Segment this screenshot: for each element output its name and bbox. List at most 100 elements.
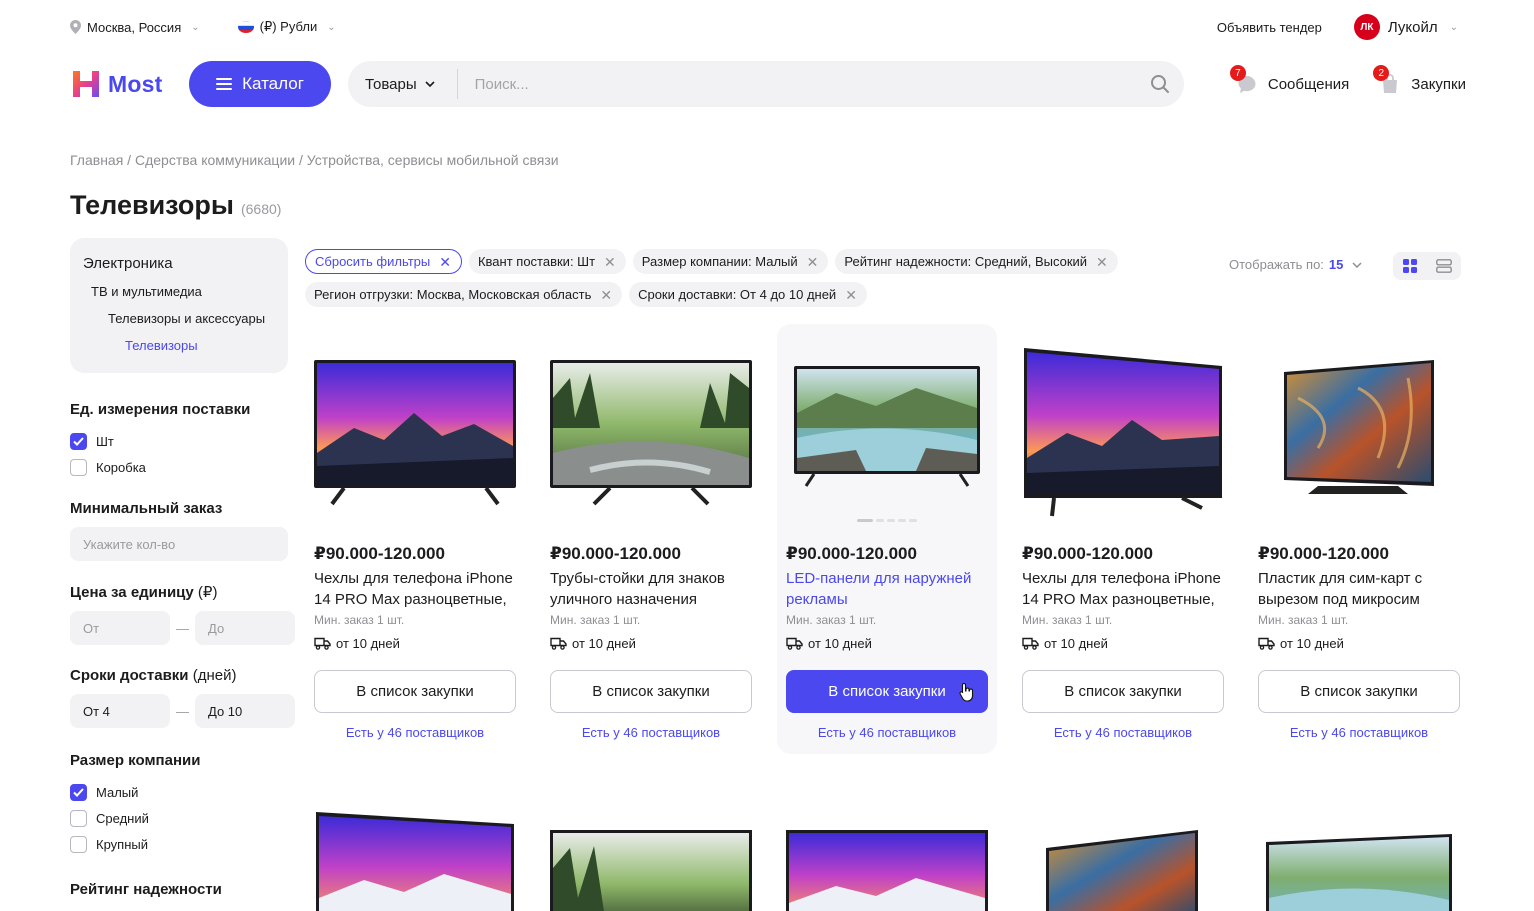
category-current[interactable]: Телевизоры [83,338,275,353]
product-image[interactable] [1022,808,1224,911]
product-image[interactable] [786,808,988,911]
location-selector[interactable]: Москва, Россия ⌄ [70,20,200,35]
add-to-purchase-button[interactable]: В список закупки [550,670,752,713]
product-price: ₽90.000-120.000 [1022,544,1153,563]
product-card[interactable]: ₽90.000-120.000 Пластик для сим-карт с в… [1249,324,1469,754]
truck-icon [786,637,803,650]
product-image[interactable] [314,808,516,911]
breadcrumb-separator: / [123,152,135,168]
list-view-icon[interactable] [1427,252,1461,280]
search-type-dropdown[interactable]: Товары [348,69,458,99]
delivery-from-input[interactable] [70,694,170,728]
company-logo: ЛК [1353,14,1380,40]
checkbox-label: Шт [96,433,114,449]
product-name[interactable]: Чехлы для телефона iPhone 14 PRO Max раз… [314,568,518,610]
min-order-title: Минимальный заказ [70,500,223,517]
rating-filter-title: Рейтинг надежности [70,881,222,898]
chevron-down-icon: ⌄ [327,21,336,33]
tv-image-icon [1266,834,1452,911]
breadcrumb-comms[interactable]: Сдерства коммуникации [135,152,295,168]
price-filter-title: Цена за единицу (₽) [70,583,288,601]
most-logo-icon [73,71,99,97]
product-min-order: Мин. заказ 1 шт. [786,613,877,627]
product-image[interactable] [786,338,988,528]
search-input[interactable] [457,75,1140,93]
suppliers-link[interactable]: Есть у 46 поставщиков [314,725,516,740]
delivery-to-input[interactable] [195,694,295,728]
checkbox-checked-icon [70,783,87,801]
category-tree: Электроника ТВ и мультимедиа Телевизоры … [70,238,288,373]
close-icon[interactable]: ✕ [439,255,451,269]
product-image[interactable] [1022,338,1224,528]
close-icon[interactable]: ✕ [604,255,616,269]
location-pin-icon [70,20,81,34]
page-size-selector[interactable]: Отображать по: 15 [1229,257,1362,272]
product-card-hovered[interactable]: ₽90.000-120.000 LED-панели для наружней … [777,324,997,754]
close-icon[interactable]: ✕ [807,255,819,269]
breadcrumb-mobile-devices[interactable]: Устройства, сервисы мобильной связи [307,152,559,168]
product-price: ₽90.000-120.000 [1258,544,1389,563]
product-image[interactable] [550,338,752,528]
location-label: Москва, Россия [87,19,182,35]
suppliers-link[interactable]: Есть у 46 поставщиков [550,725,752,740]
reset-filters-chip[interactable]: Сбросить фильтры ✕ [305,249,462,274]
chevron-down-icon [425,81,435,87]
grid-view-icon[interactable] [1393,252,1427,280]
checkbox-size-medium[interactable]: Средний [70,805,288,831]
product-image[interactable] [314,338,516,528]
product-image[interactable] [1258,808,1460,911]
category-level-1[interactable]: ТВ и мультимедиа [83,284,275,299]
category-root[interactable]: Электроника [83,255,275,272]
min-order-input[interactable] [70,527,288,561]
currency-selector[interactable]: (₽) Рубли ⌄ [237,19,336,35]
page-title: Телевизоры [70,190,234,220]
announce-tender-link[interactable]: Объявить тендер [1217,20,1322,35]
product-image[interactable] [1258,338,1460,528]
product-card[interactable]: ₽90.000-120.000 Чехлы для телефона iPhon… [305,324,525,754]
filter-chip-label: Сроки доставки: От 4 до 10 дней [638,287,837,302]
logo-text: Most [108,70,163,97]
category-level-2[interactable]: Телевизоры и аксессуары [83,311,275,326]
product-name[interactable]: LED-панели для наружней рекламы [786,568,990,610]
company-selector[interactable]: ЛК Лукойл ⌄ [1353,14,1458,40]
product-name[interactable]: Пластик для сим-карт с вырезом под микро… [1258,568,1462,610]
search-icon[interactable] [1140,74,1180,94]
suppliers-link[interactable]: Есть у 46 поставщиков [786,725,988,740]
product-card[interactable]: ₽90.000-120.000 Трубы-стойки для знаков … [541,324,761,754]
checkbox-unit-pcs[interactable]: Шт [70,428,288,454]
price-to-input[interactable] [195,611,295,645]
checkbox-size-small[interactable]: Малый [70,779,288,805]
product-card[interactable]: ₽90.000-120.000 Чехлы для телефона iPhon… [1013,324,1233,754]
truck-icon [314,637,331,650]
checkbox-size-large[interactable]: Крупный [70,831,288,857]
close-icon[interactable]: ✕ [600,288,612,302]
catalog-button[interactable]: Каталог [189,61,331,107]
product-price: ₽90.000-120.000 [314,544,445,563]
checkbox-label: Крупный [96,836,148,852]
chevron-down-icon: ⌄ [1449,21,1458,33]
close-icon[interactable]: ✕ [845,288,857,302]
delivery-range: — [70,694,295,728]
suppliers-link[interactable]: Есть у 46 поставщиков [1022,725,1224,740]
messages-link[interactable]: 7 Сообщения [1229,65,1349,95]
purchases-link[interactable]: 2 Закупки [1373,65,1466,95]
product-price: ₽90.000-120.000 [550,544,681,563]
add-to-purchase-button[interactable]: В список закупки [1258,670,1460,713]
suppliers-link[interactable]: Есть у 46 поставщиков [1258,725,1460,740]
close-icon[interactable]: ✕ [1096,255,1108,269]
product-name[interactable]: Чехлы для телефона iPhone 14 PRO Max раз… [1022,568,1226,610]
page-size-label: Отображать по: [1229,257,1324,272]
purchases-label: Закупки [1411,75,1466,93]
product-image[interactable] [550,808,752,911]
price-title-unit: (₽) [197,584,218,601]
product-min-order: Мин. заказ 1 шт. [314,613,405,627]
add-to-purchase-button[interactable]: В список закупки [1022,670,1224,713]
product-name[interactable]: Трубы-стойки для знаков уличного назначе… [550,568,754,610]
add-to-purchase-button[interactable]: В список закупки [314,670,516,713]
price-from-input[interactable] [70,611,170,645]
logo[interactable]: Most [70,68,189,100]
checkbox-unit-box[interactable]: Коробка [70,454,288,480]
product-delivery: от 10 дней [1258,636,1344,651]
breadcrumb-home[interactable]: Главная [70,152,123,168]
add-to-purchase-button[interactable]: В список закупки [786,670,988,713]
